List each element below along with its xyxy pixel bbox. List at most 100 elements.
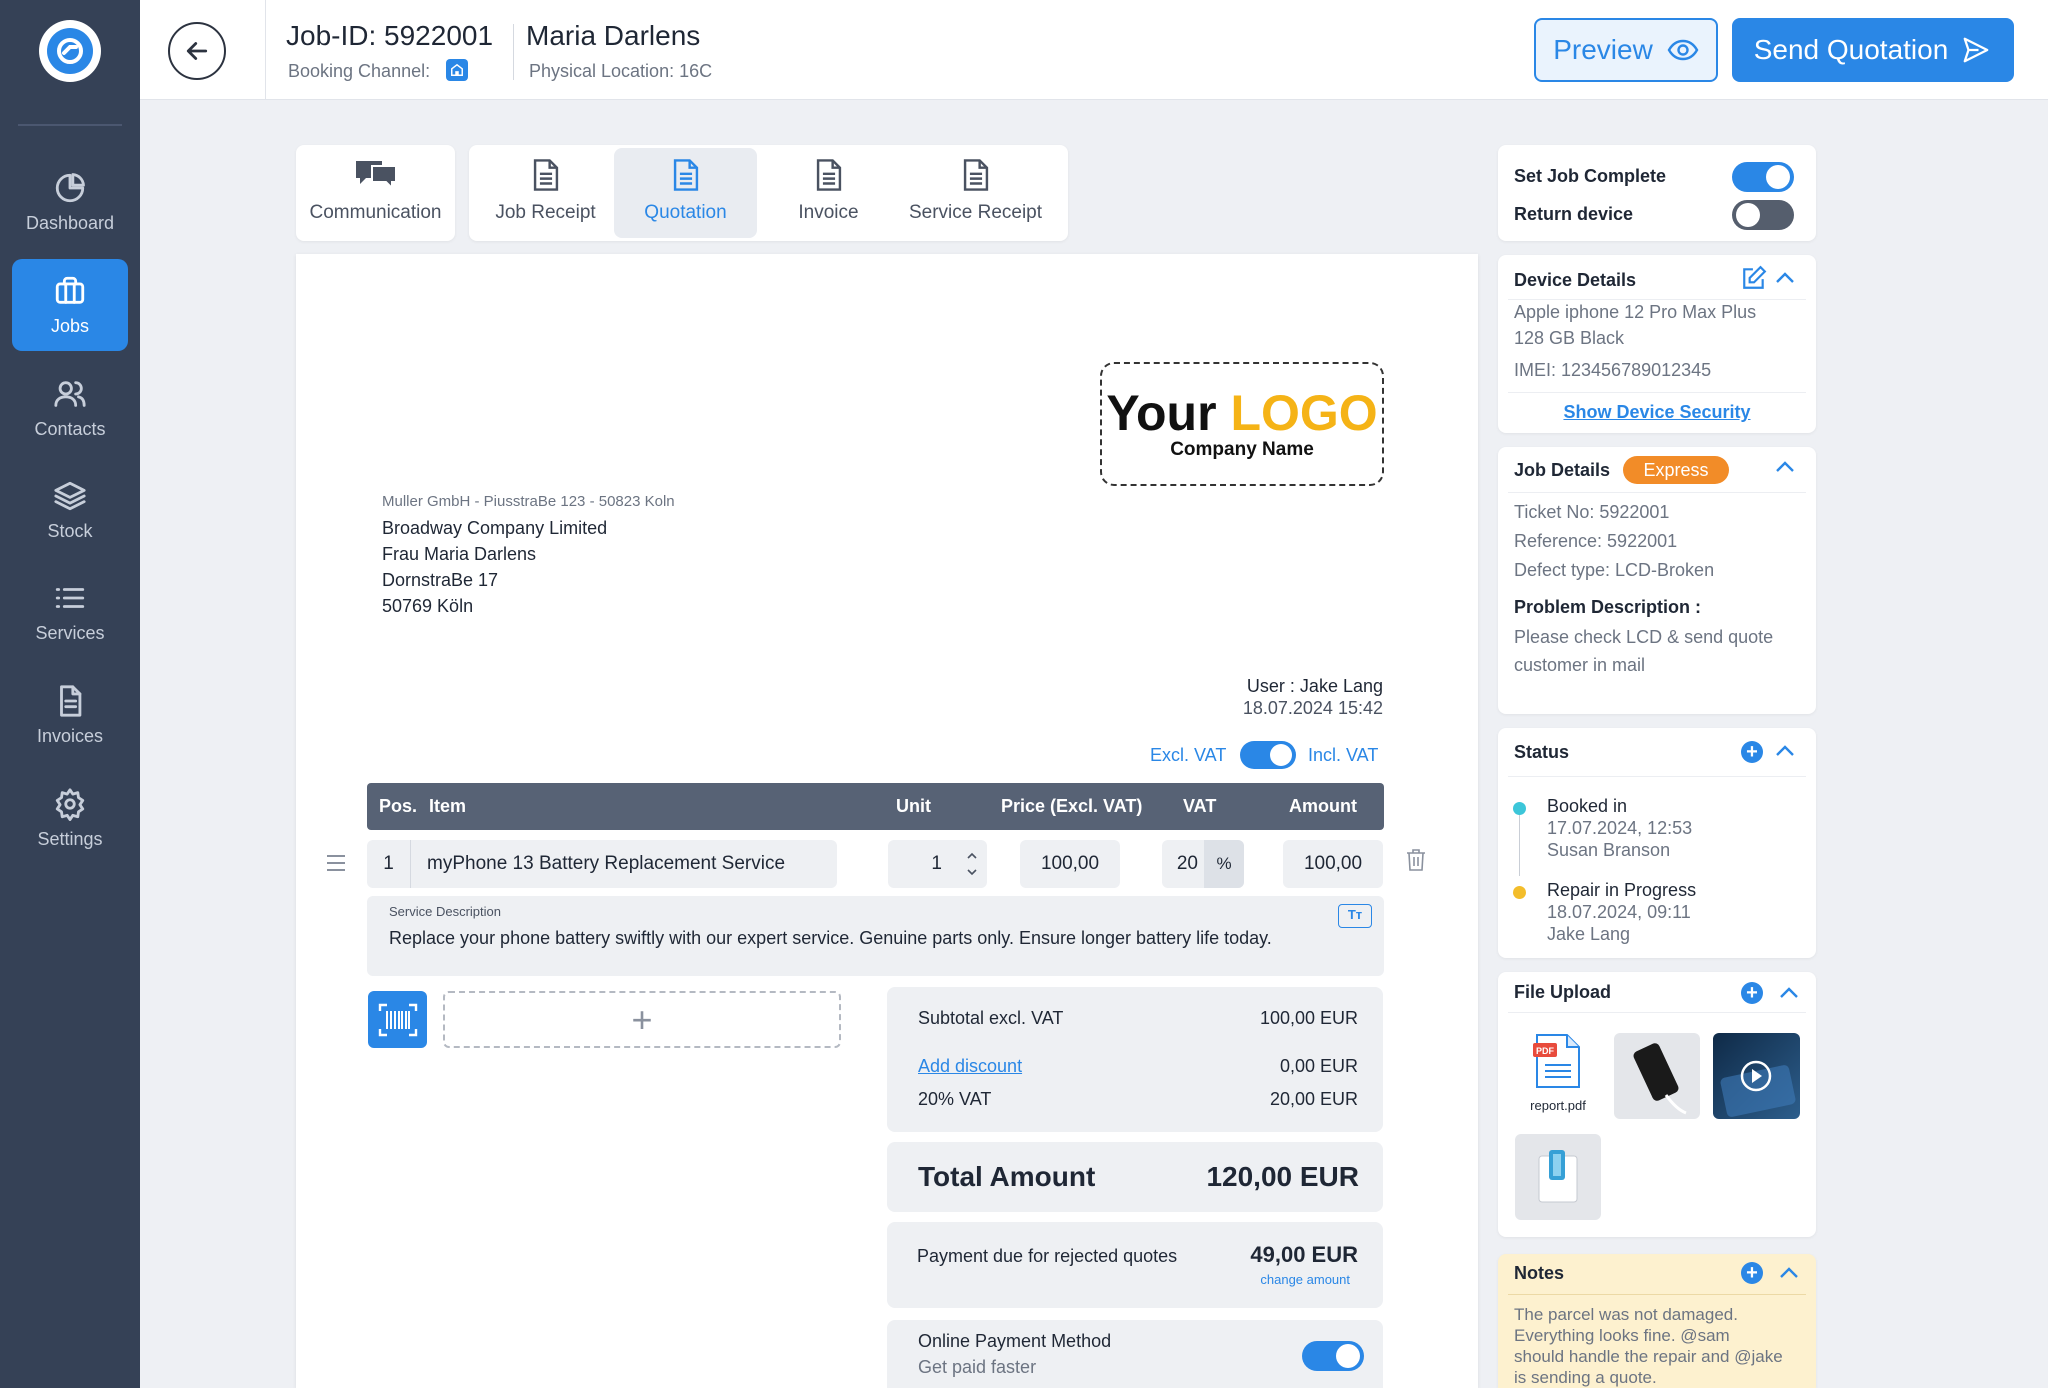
chevron-up-icon[interactable] <box>1774 744 1796 758</box>
chevron-up-icon[interactable] <box>1774 271 1796 285</box>
add-item-button[interactable]: + <box>443 991 841 1048</box>
recipient-line: Broadway Company Limited <box>382 518 608 538</box>
stepper-arrows-icon[interactable] <box>965 849 979 879</box>
amount-value: 100,00 <box>1303 853 1363 874</box>
add-status-button[interactable]: + <box>1741 741 1763 763</box>
drag-handle[interactable] <box>325 853 347 878</box>
tab-communication[interactable]: Communication <box>300 148 451 238</box>
status-title: Status <box>1514 742 1570 762</box>
add-file-button[interactable]: + <box>1741 982 1763 1004</box>
store-icon <box>446 59 468 81</box>
vat-toggle[interactable] <box>1240 741 1296 769</box>
sidebar-item-invoices[interactable]: Invoices <box>12 669 128 761</box>
reference-number: Reference: 5922001 <box>1514 531 1678 551</box>
customer-name: Maria Darlens <box>526 20 701 51</box>
sender-line: Muller GmbH - PiusstraBe 123 - 50823 Kol… <box>382 493 675 510</box>
col-item: Item <box>429 796 467 816</box>
list-icon <box>55 587 85 608</box>
chevron-up-icon[interactable] <box>1774 460 1796 474</box>
file-thumb-video[interactable] <box>1713 1033 1800 1119</box>
unit-stepper[interactable]: 1 <box>888 840 987 888</box>
panel-divider <box>1508 1294 1806 1295</box>
device-model: Apple iphone 12 Pro Max Plus <box>1514 302 1757 322</box>
show-device-security-link[interactable]: Show Device Security <box>1498 402 1816 423</box>
tab-label: Invoice <box>798 202 859 223</box>
play-video-icon <box>1720 1060 1796 1117</box>
company-logo-placeholder[interactable]: Your LOGO Company Name <box>1100 362 1384 486</box>
edit-icon[interactable] <box>1741 265 1767 291</box>
phone-box-image-icon <box>1538 1150 1578 1203</box>
status-person: Susan Branson <box>1547 840 1671 860</box>
status-timeline-line <box>1519 806 1520 876</box>
recipient-line: DornstraBe 17 <box>382 570 499 590</box>
trash-icon <box>1407 849 1425 871</box>
device-storage-color: 128 GB Black <box>1514 328 1625 348</box>
plus-icon: + <box>631 998 653 1040</box>
tab-job-receipt[interactable]: Job Receipt <box>474 148 617 238</box>
express-badge: Express <box>1623 456 1729 484</box>
panel-divider <box>1508 492 1806 493</box>
app-logo[interactable] <box>39 20 101 82</box>
file-thumb-phone-box[interactable] <box>1515 1134 1601 1220</box>
change-amount-link[interactable]: change amount <box>1260 1272 1350 1287</box>
sidebar-item-label: Invoices <box>36 725 104 746</box>
job-details-title: Job Details <box>1514 460 1611 480</box>
send-quotation-button[interactable]: Send Quotation <box>1732 18 2014 82</box>
sidebar-item-contacts[interactable]: Contacts <box>12 362 128 454</box>
item-name-input[interactable]: myPhone 13 Battery Replacement Service <box>411 853 785 875</box>
add-discount-link[interactable]: Add discount <box>918 1056 1022 1077</box>
back-button[interactable] <box>168 22 226 80</box>
vat-summary-label: 20% VAT <box>918 1089 992 1109</box>
tab-label: Service Receipt <box>908 202 1043 223</box>
status-name: Booked in <box>1547 796 1628 816</box>
drag-handle-icon <box>327 855 345 871</box>
notes-title: Notes <box>1514 1263 1565 1283</box>
problem-description-label: Problem Description : <box>1514 597 1702 617</box>
chevron-up-icon[interactable] <box>1778 1266 1800 1280</box>
device-details-panel: Device Details Apple iphone 12 Pro Max P… <box>1498 255 1816 433</box>
rejected-payment-box: Payment due for rejected quotes 49,00 EU… <box>887 1222 1383 1308</box>
barcode-scan-button[interactable] <box>368 991 427 1048</box>
header-divider <box>513 24 514 80</box>
text-format-icon[interactable]: Tт <box>1338 904 1372 928</box>
sidebar-item-settings[interactable]: Settings <box>12 772 128 864</box>
tab-service-receipt[interactable]: Service Receipt <box>900 148 1051 238</box>
incl-vat-label: Incl. VAT <box>1308 745 1379 765</box>
pie-chart-icon <box>55 172 85 202</box>
delete-item-button[interactable] <box>1405 848 1427 877</box>
tab-invoice[interactable]: Invoice <box>757 148 900 238</box>
vat-input[interactable]: 20 % <box>1162 840 1244 888</box>
service-description[interactable]: Service Description Replace your phone b… <box>367 896 1384 976</box>
online-payment-toggle[interactable] <box>1302 1341 1364 1371</box>
discount-value: 0,00 EUR <box>1279 1056 1358 1076</box>
status-dot-booked <box>1513 802 1526 815</box>
service-description-label: Service Description <box>389 904 501 919</box>
chat-bubbles-icon <box>355 161 397 191</box>
online-payment-subtitle: Get paid faster <box>918 1357 1037 1377</box>
sidebar-item-services[interactable]: Services <box>12 566 128 658</box>
document-icon <box>963 159 988 191</box>
file-thumb-phone-image[interactable] <box>1614 1033 1700 1119</box>
sidebar-item-stock[interactable]: Stock <box>12 464 128 556</box>
amount-input[interactable]: 100,00 <box>1283 840 1383 888</box>
col-amount: Amount <box>1289 796 1357 816</box>
job-id: Job-ID: 5922001 <box>286 20 494 51</box>
eye-icon <box>1667 39 1699 61</box>
notes-panel: Notes + The parcel was not damaged. Ever… <box>1498 1254 1816 1388</box>
set-job-complete-toggle[interactable] <box>1732 162 1794 192</box>
preview-button[interactable]: Preview <box>1534 18 1718 82</box>
document-user: User : Jake Lang <box>1246 676 1383 696</box>
tab-quotation[interactable]: Quotation <box>614 148 757 238</box>
sidebar-divider <box>18 124 122 126</box>
status-date: 18.07.2024, 09:11 <box>1547 902 1691 922</box>
sidebar-item-dashboard[interactable]: Dashboard <box>12 156 128 248</box>
chevron-up-icon[interactable] <box>1778 986 1800 1000</box>
return-device-toggle[interactable] <box>1732 200 1794 230</box>
file-thumb-pdf[interactable]: PDF report.pdf <box>1515 1033 1601 1119</box>
file-name: report.pdf <box>1530 1098 1586 1113</box>
sidebar-item-jobs[interactable]: Jobs <box>12 259 128 351</box>
add-note-button[interactable]: + <box>1741 1262 1763 1284</box>
price-input[interactable]: 100,00 <box>1020 840 1120 888</box>
users-icon <box>54 380 86 407</box>
send-icon <box>1963 37 1989 63</box>
